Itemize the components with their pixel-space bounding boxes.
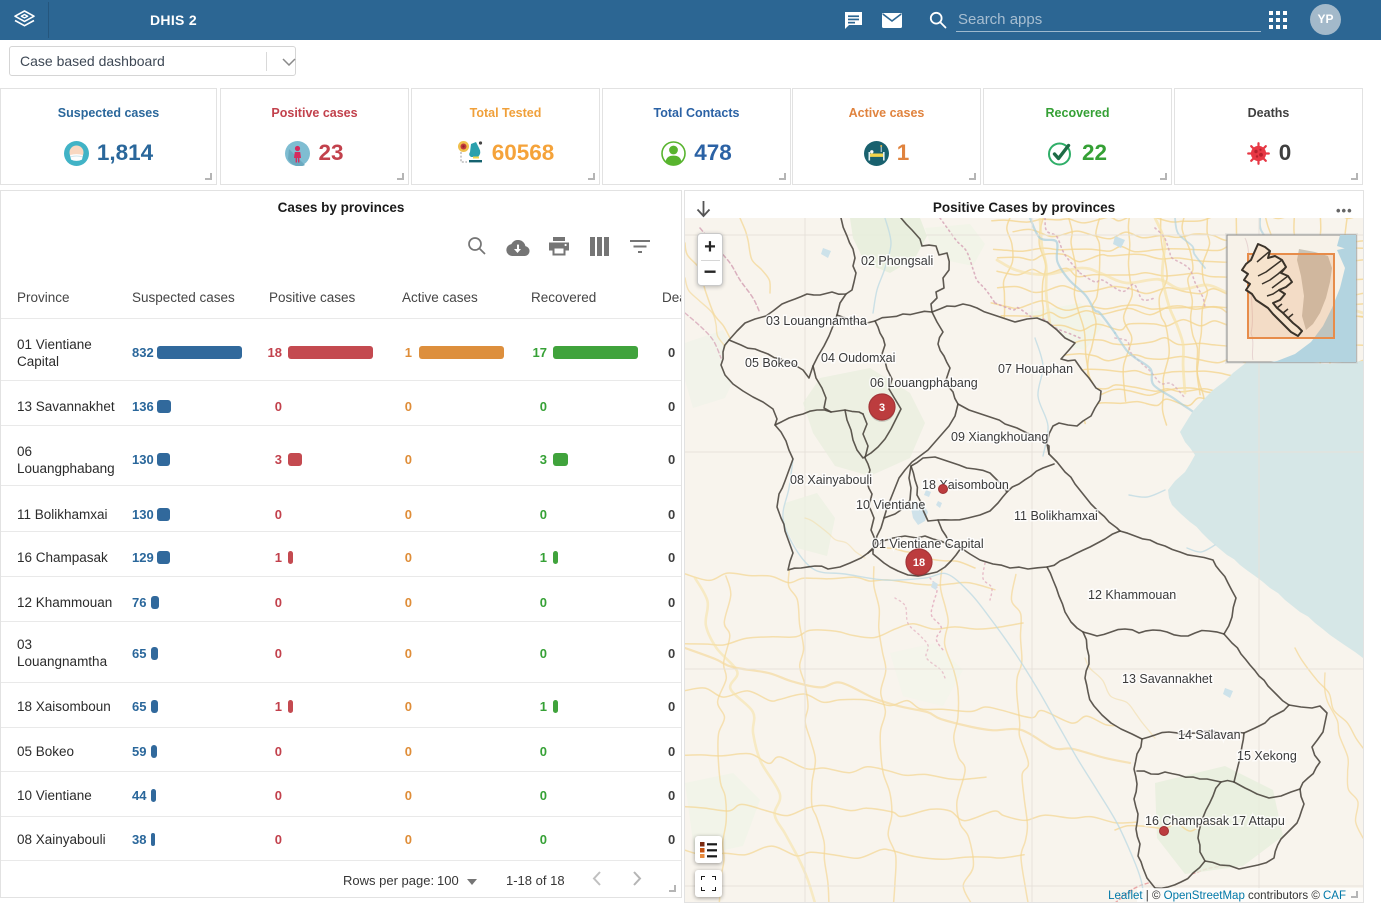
svg-text:18: 18: [913, 557, 925, 569]
svg-text:17 Attapu: 17 Attapu: [1232, 814, 1285, 828]
svg-text:09 Xiangkhouang: 09 Xiangkhouang: [951, 430, 1048, 444]
svg-text:3: 3: [879, 402, 885, 414]
svg-text:14 Salavan: 14 Salavan: [1178, 728, 1241, 742]
svg-text:04 Oudomxai: 04 Oudomxai: [821, 351, 895, 365]
svg-text:11 Bolikhamxai: 11 Bolikhamxai: [1014, 509, 1098, 523]
svg-text:05 Bokeo: 05 Bokeo: [745, 356, 798, 370]
svg-text:02 Phongsali: 02 Phongsali: [861, 254, 933, 268]
svg-text:03 Louangnamtha: 03 Louangnamtha: [766, 314, 867, 328]
svg-text:13 Savannakhet: 13 Savannakhet: [1122, 672, 1213, 686]
svg-text:06 Louangphabang: 06 Louangphabang: [870, 376, 978, 390]
svg-text:15 Xekong: 15 Xekong: [1237, 749, 1297, 763]
svg-text:07 Houaphan: 07 Houaphan: [998, 362, 1073, 376]
svg-text:18 Xaisomboun: 18 Xaisomboun: [922, 478, 1009, 492]
svg-text:16 Champasak: 16 Champasak: [1145, 814, 1230, 828]
svg-text:12 Khammouan: 12 Khammouan: [1088, 588, 1176, 602]
svg-text:08 Xainyabouli: 08 Xainyabouli: [790, 473, 872, 487]
svg-text:01 Vientiane Capital: 01 Vientiane Capital: [872, 537, 984, 551]
svg-text:Leaflet | © OpenStreetMap cont: Leaflet | © OpenStreetMap contributors ©…: [1108, 890, 1346, 902]
svg-text:10 Vientiane: 10 Vientiane: [856, 498, 925, 512]
